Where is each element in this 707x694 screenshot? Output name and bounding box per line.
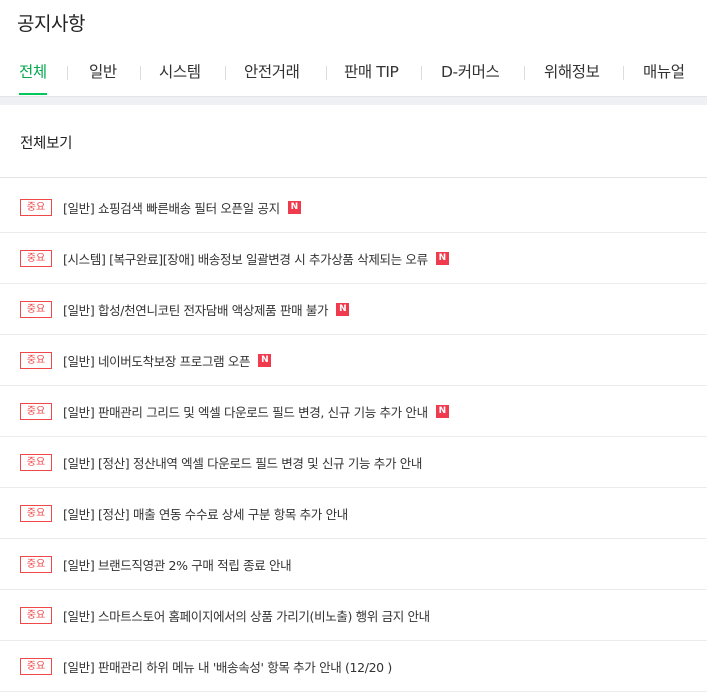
notice-title[interactable]: [일반] [정산] 정산내역 엑셀 다운로드 필드 변경 및 신규 기능 추가 …: [63, 453, 422, 472]
notice-row[interactable]: 중요 [일반] [정산] 정산내역 엑셀 다운로드 필드 변경 및 신규 기능 …: [0, 437, 707, 488]
new-icon: N: [258, 354, 272, 367]
important-badge: 중요: [20, 658, 52, 675]
notice-title-text: [일반] 브랜드직영관 2% 구매 적립 종료 안내: [63, 558, 292, 573]
notice-title-text: [일반] 쇼핑검색 빠른배송 필터 오픈일 공지: [63, 201, 280, 216]
notice-title-text: [일반] [정산] 매출 연동 수수료 상세 구분 항목 추가 안내: [63, 507, 348, 522]
important-badge: 중요: [20, 403, 52, 420]
notice-title-text: [일반] [정산] 정산내역 엑셀 다운로드 필드 변경 및 신규 기능 추가 …: [63, 456, 423, 471]
notice-row[interactable]: 중요 [시스템] [복구완료][장애] 배송정보 일괄변경 시 추가상품 삭제되…: [0, 233, 707, 284]
tab-hazard-info[interactable]: 위해정보: [544, 60, 600, 96]
important-badge: 중요: [20, 505, 52, 522]
important-badge: 중요: [20, 250, 52, 267]
notice-title[interactable]: [일반] 스마트스토어 홈페이지에서의 상품 가리기(비노출) 행위 금지 안내: [63, 606, 430, 625]
notice-row[interactable]: 중요 [일반] 판매관리 그리드 및 엑셀 다운로드 필드 변경, 신규 기능 …: [0, 386, 707, 437]
notice-row[interactable]: 중요 [일반] 판매관리 하위 메뉴 내 '배송속성' 항목 추가 안내 (12…: [0, 641, 707, 692]
notice-row[interactable]: 중요 [일반] 스마트스토어 홈페이지에서의 상품 가리기(비노출) 행위 금지…: [0, 590, 707, 641]
tab-divider: [225, 66, 226, 80]
tab-d-commerce[interactable]: D-커머스: [441, 60, 500, 96]
tab-divider: [326, 66, 327, 80]
tab-safe-trade[interactable]: 안전거래: [244, 60, 300, 96]
section-title: 전체보기: [20, 136, 73, 152]
notice-title-text: [일반] 네이버도착보장 프로그램 오픈: [63, 354, 251, 369]
new-icon: N: [435, 252, 449, 265]
notice-title-text: [일반] 판매관리 하위 메뉴 내 '배송속성' 항목 추가 안내 (12/20…: [63, 660, 392, 675]
notice-title-text: [일반] 합성/천연니코틴 전자담배 액상제품 판매 불가: [63, 303, 329, 318]
new-icon: N: [336, 303, 350, 316]
notice-page: 공지사항 전체 일반 시스템 안전거래 판매 TIP D-커머스 위해정보 매뉴…: [0, 0, 707, 694]
notice-row[interactable]: 중요 [일반] 네이버도착보장 프로그램 오픈 N: [0, 335, 707, 386]
notice-title-text: [일반] 스마트스토어 홈페이지에서의 상품 가리기(비노출) 행위 금지 안내: [63, 609, 430, 624]
notice-title-text: [시스템] [복구완료][장애] 배송정보 일괄변경 시 추가상품 삭제되는 오…: [63, 252, 428, 267]
tab-divider: [67, 66, 68, 80]
important-badge: 중요: [20, 556, 52, 573]
notice-title[interactable]: [시스템] [복구완료][장애] 배송정보 일괄변경 시 추가상품 삭제되는 오…: [63, 249, 449, 268]
new-icon: N: [435, 405, 449, 418]
tab-divider: [140, 66, 141, 80]
section-line: [0, 177, 707, 178]
important-badge: 중요: [20, 301, 52, 318]
notice-row[interactable]: 중요 [일반] [정산] 매출 연동 수수료 상세 구분 항목 추가 안내: [0, 488, 707, 539]
notice-title[interactable]: [일반] 합성/천연니코틴 전자담배 액상제품 판매 불가 N: [63, 300, 350, 319]
notice-row[interactable]: 중요 [일반] 쇼핑검색 빠른배송 필터 오픈일 공지 N: [0, 182, 707, 233]
notice-title[interactable]: [일반] 네이버도착보장 프로그램 오픈 N: [63, 351, 272, 370]
tab-manual[interactable]: 매뉴얼: [643, 60, 685, 96]
notice-title[interactable]: [일반] 판매관리 그리드 및 엑셀 다운로드 필드 변경, 신규 기능 추가 …: [63, 402, 449, 421]
important-badge: 중요: [20, 199, 52, 216]
tab-general[interactable]: 일반: [89, 60, 117, 96]
tab-sales-tip[interactable]: 판매 TIP: [344, 60, 399, 96]
notice-title[interactable]: [일반] 브랜드직영관 2% 구매 적립 종료 안내: [63, 555, 292, 574]
category-tabs: 전체 일반 시스템 안전거래 판매 TIP D-커머스 위해정보 매뉴얼: [0, 60, 707, 96]
important-badge: 중요: [20, 607, 52, 624]
page-title: 공지사항: [17, 13, 85, 35]
notice-title[interactable]: [일반] [정산] 매출 연동 수수료 상세 구분 항목 추가 안내: [63, 504, 348, 523]
tab-all[interactable]: 전체: [19, 60, 47, 96]
tab-divider: [421, 66, 422, 80]
notice-list: 중요 [일반] 쇼핑검색 빠른배송 필터 오픈일 공지 N 중요 [시스템] […: [0, 182, 707, 692]
tab-divider: [524, 66, 525, 80]
tab-divider: [623, 66, 624, 80]
tab-system[interactable]: 시스템: [159, 60, 201, 96]
notice-title-text: [일반] 판매관리 그리드 및 엑셀 다운로드 필드 변경, 신규 기능 추가 …: [63, 405, 428, 420]
notice-row[interactable]: 중요 [일반] 합성/천연니코틴 전자담배 액상제품 판매 불가 N: [0, 284, 707, 335]
new-icon: N: [287, 201, 301, 214]
notice-title[interactable]: [일반] 판매관리 하위 메뉴 내 '배송속성' 항목 추가 안내 (12/20…: [63, 657, 392, 676]
important-badge: 중요: [20, 352, 52, 369]
section-divider: [0, 96, 707, 105]
important-badge: 중요: [20, 454, 52, 471]
notice-row[interactable]: 중요 [일반] 브랜드직영관 2% 구매 적립 종료 안내: [0, 539, 707, 590]
notice-title[interactable]: [일반] 쇼핑검색 빠른배송 필터 오픈일 공지 N: [63, 198, 301, 217]
